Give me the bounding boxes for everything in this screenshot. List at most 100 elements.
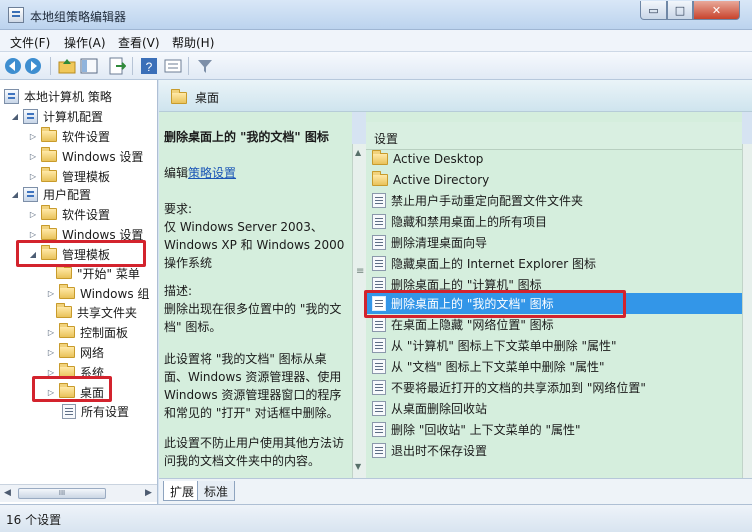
expand-arrow-icon[interactable]: ▷ bbox=[46, 388, 56, 397]
tree-item-cc-windows-settings[interactable]: ▷ Windows 设置 bbox=[28, 146, 143, 166]
close-button[interactable]: ✕ bbox=[693, 1, 740, 20]
tree-item-network[interactable]: ▷ 网络 bbox=[46, 342, 104, 362]
menu-file[interactable]: 文件(F) bbox=[10, 34, 50, 51]
list-item-selected[interactable]: 删除桌面上的 "我的文档" 图标 bbox=[366, 293, 742, 314]
folder-icon bbox=[56, 264, 72, 279]
settings-list-pane: 设置 Active Desktop Active Directory 禁止用户手… bbox=[366, 112, 742, 478]
policy-document-icon bbox=[4, 88, 19, 104]
list-item[interactable]: 退出时不保存设置 bbox=[366, 440, 742, 461]
tree-item-control-panel[interactable]: ▷ 控制面板 bbox=[46, 322, 128, 342]
tree-item-windows-components[interactable]: ▷ Windows 组 bbox=[46, 283, 149, 303]
menu-bar: 文件(F) 操作(A) 查看(V) 帮助(H) bbox=[0, 30, 752, 52]
policy-setting-icon bbox=[372, 317, 386, 332]
forward-arrow-icon[interactable] bbox=[24, 57, 42, 75]
expand-arrow-icon[interactable]: ▷ bbox=[46, 368, 56, 377]
policy-title: 删除桌面上的 "我的文档" 图标 bbox=[164, 130, 329, 144]
policy-setting-icon bbox=[372, 256, 386, 271]
view-tabs: 扩展 标准 bbox=[159, 478, 752, 504]
policy-setting-icon bbox=[372, 443, 386, 458]
folder-icon bbox=[59, 363, 75, 378]
back-arrow-icon[interactable] bbox=[4, 57, 22, 75]
folder-icon bbox=[56, 303, 72, 318]
tree-horizontal-scrollbar[interactable]: ◀ III ▶ bbox=[0, 484, 157, 502]
collapse-arrow-icon[interactable]: ◢ bbox=[28, 250, 38, 259]
tab-extended[interactable]: 扩展 bbox=[163, 481, 202, 501]
tree-item-uc-admin-templates[interactable]: ◢ 管理模板 bbox=[28, 244, 110, 264]
folder-icon bbox=[59, 284, 75, 299]
up-folder-icon[interactable] bbox=[58, 57, 76, 75]
tab-standard[interactable]: 标准 bbox=[197, 481, 236, 501]
list-item[interactable]: Active Directory bbox=[366, 169, 742, 190]
expand-arrow-icon[interactable]: ▷ bbox=[28, 152, 38, 161]
column-header-setting[interactable]: 设置 bbox=[366, 122, 742, 150]
expand-arrow-icon[interactable]: ▷ bbox=[46, 328, 56, 337]
list-item[interactable]: 删除清理桌面向导 bbox=[366, 232, 742, 253]
tree-item-cc-software-settings[interactable]: ▷ 软件设置 bbox=[28, 126, 110, 146]
tree-item-start-menu[interactable]: "开始" 菜单 bbox=[56, 263, 140, 283]
tree-item-user-config[interactable]: ◢ 用户配置 bbox=[10, 184, 91, 204]
folder-icon bbox=[41, 147, 57, 162]
collapse-arrow-icon[interactable]: ◢ bbox=[10, 112, 20, 121]
list-item[interactable]: 从 "计算机" 图标上下文菜单中删除 "属性" bbox=[366, 335, 742, 356]
tree-item-computer-config[interactable]: ◢ 计算机配置 bbox=[10, 106, 103, 126]
scroll-thumb[interactable]: III bbox=[18, 488, 106, 499]
folder-icon bbox=[41, 245, 57, 260]
folder-icon bbox=[41, 205, 57, 220]
content-header: 桌面 bbox=[159, 80, 752, 112]
folder-icon bbox=[372, 149, 388, 165]
list-item[interactable]: 删除 "回收站" 上下文菜单的 "属性" bbox=[366, 419, 742, 440]
description-paragraph-1: 此设置将 "我的文档" 图标从桌面、Windows 资源管理器、使用 Windo… bbox=[164, 352, 342, 420]
tree-item-desktop[interactable]: ▷ 桌面 bbox=[46, 382, 104, 402]
edit-policy-link[interactable]: 策略设置 bbox=[188, 166, 236, 180]
toolbar-separator bbox=[188, 57, 189, 75]
list-item[interactable]: 隐藏桌面上的 Internet Explorer 图标 bbox=[366, 253, 742, 274]
expand-arrow-icon[interactable]: ▷ bbox=[46, 348, 56, 357]
expand-arrow-icon[interactable]: ▷ bbox=[46, 289, 56, 298]
maximize-button[interactable]: □ bbox=[667, 1, 693, 20]
scroll-left-icon[interactable]: ◀ bbox=[4, 488, 11, 498]
expand-arrow-icon[interactable]: ▷ bbox=[28, 210, 38, 219]
filter-icon[interactable] bbox=[196, 57, 214, 75]
tree-item-all-settings[interactable]: 所有设置 bbox=[62, 401, 129, 421]
tree-item-local-computer-policy[interactable]: 本地计算机 策略 bbox=[4, 86, 112, 106]
tree-item-cc-admin-templates[interactable]: ▷ 管理模板 bbox=[28, 166, 110, 186]
menu-view[interactable]: 查看(V) bbox=[118, 34, 160, 51]
export-list-icon[interactable] bbox=[108, 57, 126, 75]
scroll-down-icon[interactable]: ▼ bbox=[355, 462, 361, 471]
properties-icon[interactable] bbox=[164, 57, 182, 75]
list-item[interactable]: 禁止用户手动重定向配置文件文件夹 bbox=[366, 190, 742, 211]
list-item[interactable]: Active Desktop bbox=[366, 148, 742, 169]
list-item[interactable]: 隐藏和禁用桌面上的所有项目 bbox=[366, 211, 742, 232]
list-item[interactable]: 删除桌面上的 "计算机" 图标 bbox=[366, 274, 742, 295]
list-item[interactable]: 在桌面上隐藏 "网络位置" 图标 bbox=[366, 314, 742, 335]
folder-icon bbox=[59, 323, 75, 338]
menu-action[interactable]: 操作(A) bbox=[64, 34, 106, 51]
folder-icon bbox=[41, 225, 57, 240]
list-item[interactable]: 从 "文档" 图标上下文菜单中删除 "属性" bbox=[366, 356, 742, 377]
tree-item-uc-windows-settings[interactable]: ▷ Windows 设置 bbox=[28, 224, 143, 244]
scroll-grip-icon[interactable]: ≡ bbox=[356, 266, 364, 277]
help-icon[interactable]: ? bbox=[140, 57, 158, 75]
tree-item-system[interactable]: ▷ 系统 bbox=[46, 362, 104, 382]
settings-list-vertical-scrollbar[interactable] bbox=[742, 144, 752, 478]
list-item[interactable]: 从桌面删除回收站 bbox=[366, 398, 742, 419]
policy-setting-icon bbox=[372, 193, 386, 208]
folder-icon bbox=[372, 170, 388, 186]
expand-arrow-icon[interactable]: ▷ bbox=[28, 132, 38, 141]
menu-help[interactable]: 帮助(H) bbox=[172, 34, 214, 51]
scroll-up-icon[interactable]: ▲ bbox=[355, 148, 361, 157]
expand-arrow-icon[interactable]: ▷ bbox=[28, 172, 38, 181]
show-hide-tree-icon[interactable] bbox=[80, 57, 98, 75]
edit-policy-line: 编辑策略设置 bbox=[164, 166, 237, 180]
folder-icon bbox=[59, 383, 75, 398]
tree-item-uc-software-settings[interactable]: ▷ 软件设置 bbox=[28, 204, 110, 224]
settings-list-icon bbox=[62, 403, 76, 419]
expand-arrow-icon[interactable]: ▷ bbox=[28, 230, 38, 239]
tree-item-shared-folders[interactable]: 共享文件夹 bbox=[56, 302, 137, 322]
minimize-button[interactable]: ▭ bbox=[640, 1, 667, 20]
collapse-arrow-icon[interactable]: ◢ bbox=[10, 190, 20, 199]
scroll-right-icon[interactable]: ▶ bbox=[145, 488, 152, 498]
description-vertical-scrollbar[interactable]: ▲ ≡ ▼ bbox=[352, 144, 366, 478]
list-item[interactable]: 不要将最近打开的文档的共享添加到 "网络位置" bbox=[366, 377, 742, 398]
policy-setting-icon bbox=[372, 214, 386, 229]
